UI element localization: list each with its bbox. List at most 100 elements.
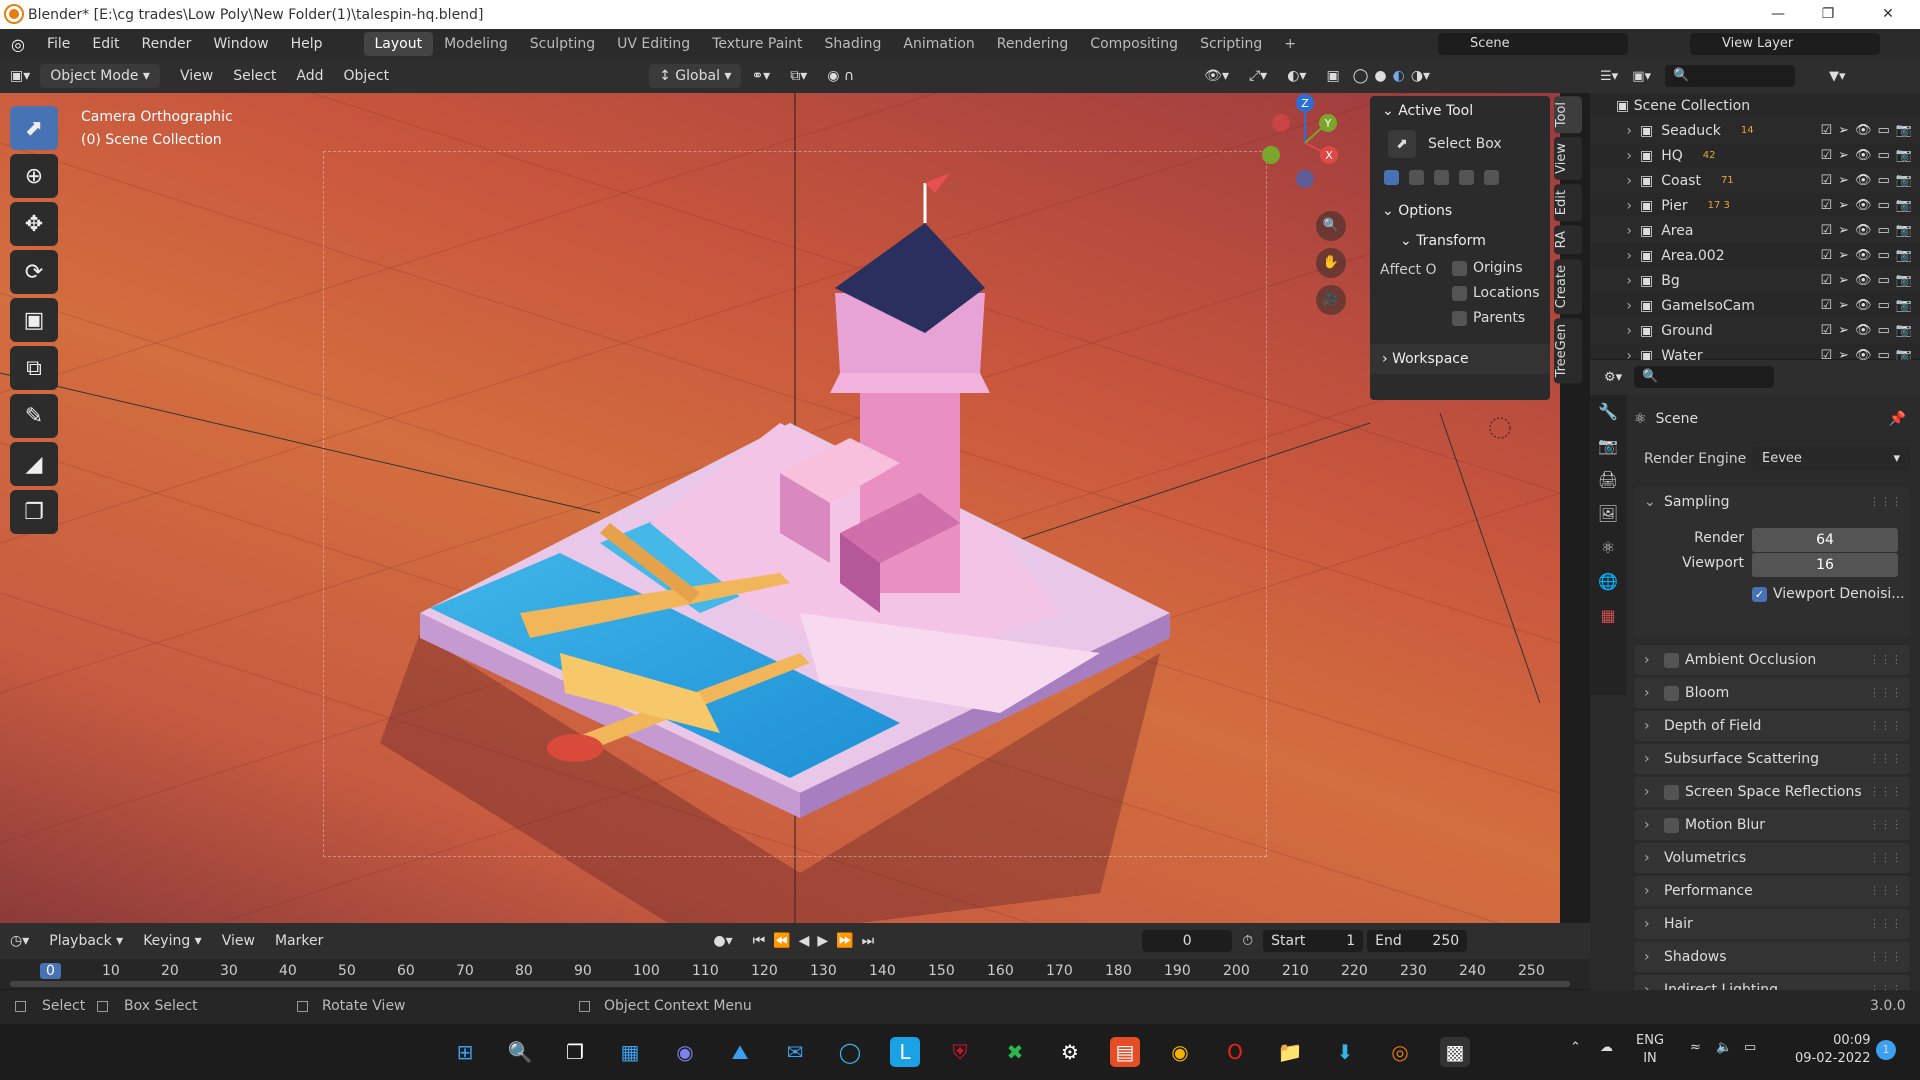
viewport-toggle-icon[interactable]: ▭: [1878, 248, 1890, 263]
current-frame-indicator[interactable]: 0: [40, 963, 61, 979]
view-layer-props-icon[interactable]: 🖼: [1590, 497, 1626, 531]
viewport-toggle-icon[interactable]: ▭: [1878, 123, 1890, 138]
tab-modeling[interactable]: Modeling: [433, 32, 519, 56]
section-enable-checkbox[interactable]: [1664, 784, 1679, 800]
transform-tool-icon[interactable]: ⧉: [10, 346, 58, 390]
tab-layout[interactable]: Layout: [363, 32, 434, 56]
exclude-checkbox-icon[interactable]: ☑: [1820, 273, 1832, 288]
outliner-item[interactable]: › ▣ Area ☑ ➢ 👁 ▭ 📷: [1590, 218, 1920, 243]
wireframe-shading-icon[interactable]: ◯: [1350, 68, 1372, 84]
timeline-ruler[interactable]: 0 10 20 30 40 50 60 70 80 90 100 110 120 130 140 150 16…: [0, 959, 1590, 989]
visibility-eye-icon[interactable]: 👁: [1855, 198, 1872, 213]
tray-network-offline-icon[interactable]: ☁: [1600, 1040, 1613, 1055]
parents-checkbox[interactable]: Parents: [1452, 310, 1525, 326]
scene-props-icon[interactable]: ⚛: [1590, 531, 1626, 565]
orientation-dropdown[interactable]: ↕ Global ▾: [649, 64, 742, 88]
section-shadows[interactable]: › Shadows ⋮⋮⋮: [1634, 942, 1910, 972]
zoom-icon[interactable]: 🔍: [1316, 211, 1346, 241]
viewport-denoise-checkbox[interactable]: ✓ Viewport Denoisi...: [1752, 579, 1905, 609]
visibility-eye-icon[interactable]: 👁: [1855, 323, 1872, 338]
viewport-toggle-icon[interactable]: ▭: [1878, 223, 1890, 238]
viewport-toggle-icon[interactable]: ▭: [1878, 273, 1890, 288]
visibility-eye-icon[interactable]: 👁: [1855, 148, 1872, 163]
photos-icon[interactable]: ⛰: [725, 1037, 755, 1067]
menu-add[interactable]: Add: [286, 68, 333, 84]
expand-arrow-icon[interactable]: ›: [1590, 198, 1632, 214]
outliner-item[interactable]: › ▣ Coast 71 ☑ ➢ 👁 ▭ 📷: [1590, 168, 1920, 193]
menu-edit[interactable]: Edit: [81, 36, 130, 52]
locations-checkbox[interactable]: Locations: [1452, 285, 1540, 301]
add-cube-tool-icon[interactable]: ❐: [10, 490, 58, 534]
tab-edit[interactable]: Edit: [1554, 184, 1582, 222]
output-props-icon[interactable]: 🖨: [1590, 463, 1626, 497]
minimize-button[interactable]: —: [1750, 0, 1806, 29]
solid-shading-icon[interactable]: ●: [1371, 68, 1389, 84]
rendered-shading-icon[interactable]: ◑▾: [1408, 68, 1433, 84]
visibility-eye-icon[interactable]: 👁: [1855, 173, 1872, 188]
editor-type-icon[interactable]: ▣▾: [0, 68, 40, 84]
outliner-item[interactable]: › ▣ Bg ☑ ➢ 👁 ▭ 📷: [1590, 268, 1920, 293]
render-toggle-icon[interactable]: 📷: [1896, 173, 1912, 188]
cursor-tool-icon[interactable]: ⊕: [10, 154, 58, 198]
render-toggle-icon[interactable]: 📷: [1896, 298, 1912, 313]
sampling-header[interactable]: Sampling: [1664, 494, 1730, 510]
menu-select[interactable]: Select: [223, 68, 286, 84]
render-toggle-icon[interactable]: 📷: [1896, 198, 1912, 213]
tool-props-icon[interactable]: 🔧: [1590, 395, 1626, 429]
downloader-icon[interactable]: ⬇: [1330, 1037, 1360, 1067]
camera-view-icon[interactable]: 🎥: [1316, 285, 1346, 315]
visibility-eye-icon[interactable]: 👁: [1855, 273, 1872, 288]
select-toggle-icon[interactable]: ➢: [1838, 323, 1849, 338]
visibility-eye-icon[interactable]: 👁: [1855, 248, 1872, 263]
keying-menu[interactable]: Keying ▾: [133, 933, 212, 949]
display-mode-icon[interactable]: ▣▾: [1632, 69, 1651, 84]
viewport-toggle-icon[interactable]: ▭: [1878, 198, 1890, 213]
render-engine-dropdown[interactable]: Eevee ▾: [1752, 447, 1910, 471]
select-toggle-icon[interactable]: ➢: [1838, 273, 1849, 288]
section-enable-checkbox[interactable]: [1664, 652, 1679, 668]
select-toggle-icon[interactable]: ➢: [1838, 173, 1849, 188]
expand-arrow-icon[interactable]: ›: [1590, 273, 1632, 289]
timeline-editor-icon[interactable]: ◷▾: [0, 933, 39, 949]
view-layer-selector[interactable]: View Layer: [1690, 33, 1880, 55]
outliner-root[interactable]: ▣ Scene Collection: [1590, 93, 1920, 118]
section-subsurface-scattering[interactable]: › Subsurface Scattering ⋮⋮⋮: [1634, 744, 1910, 774]
section-hair[interactable]: › Hair ⋮⋮⋮: [1634, 909, 1910, 939]
section-volumetrics[interactable]: › Volumetrics ⋮⋮⋮: [1634, 843, 1910, 873]
expand-arrow-icon[interactable]: ›: [1590, 248, 1632, 264]
tab-tool[interactable]: Tool: [1554, 96, 1582, 134]
tab-shading[interactable]: Shading: [814, 32, 893, 56]
rotate-tool-icon[interactable]: ⟳: [10, 250, 58, 294]
select-toggle-icon[interactable]: ➢: [1838, 248, 1849, 263]
app-l-icon[interactable]: L: [890, 1037, 920, 1067]
outliner-item[interactable]: › ▣ Area.002 ☑ ➢ 👁 ▭ 📷: [1590, 243, 1920, 268]
outliner-item[interactable]: › ▣ Seaduck 14 ☑ ➢ 👁 ▭ 📷: [1590, 118, 1920, 143]
active-tool-header[interactable]: ⌄ Active Tool: [1370, 96, 1550, 126]
edge-icon[interactable]: ◯: [835, 1037, 865, 1067]
render-samples-field[interactable]: 64: [1752, 528, 1898, 552]
texture-props-icon[interactable]: ▦: [1590, 599, 1626, 633]
mcafee-icon[interactable]: ⛨: [945, 1037, 975, 1067]
outliner-item[interactable]: › ▣ HQ 42 ☑ ➢ 👁 ▭ 📷: [1590, 143, 1920, 168]
select-mode-invert-icon[interactable]: [1459, 169, 1474, 185]
active-app-icon[interactable]: ▩: [1440, 1037, 1470, 1067]
expand-arrow-icon[interactable]: ›: [1590, 123, 1632, 139]
menu-help[interactable]: Help: [280, 36, 334, 52]
current-frame-field[interactable]: 0: [1142, 930, 1233, 952]
timeline-view-menu[interactable]: View: [212, 933, 265, 949]
marker-menu[interactable]: Marker: [265, 933, 333, 949]
select-toggle-icon[interactable]: ➢: [1838, 298, 1849, 313]
exclude-checkbox-icon[interactable]: ☑: [1820, 123, 1832, 138]
opera-icon[interactable]: O: [1220, 1037, 1250, 1067]
transform-header[interactable]: ⌄ Transform: [1370, 226, 1550, 256]
outliner-type-icon[interactable]: ☰▾: [1600, 69, 1618, 84]
record-icon[interactable]: ●▾: [703, 933, 742, 949]
wifi-icon[interactable]: ≈: [1690, 1040, 1701, 1055]
section-ambient-occlusion[interactable]: › Ambient Occlusion ⋮⋮⋮: [1634, 645, 1910, 675]
chrome-icon[interactable]: ◉: [1165, 1037, 1195, 1067]
render-toggle-icon[interactable]: 📷: [1896, 148, 1912, 163]
tab-uv-editing[interactable]: UV Editing: [606, 32, 701, 56]
playback-menu[interactable]: Playback ▾: [39, 933, 133, 949]
exclude-checkbox-icon[interactable]: ☑: [1820, 248, 1832, 263]
select-toggle-icon[interactable]: ➢: [1838, 123, 1849, 138]
